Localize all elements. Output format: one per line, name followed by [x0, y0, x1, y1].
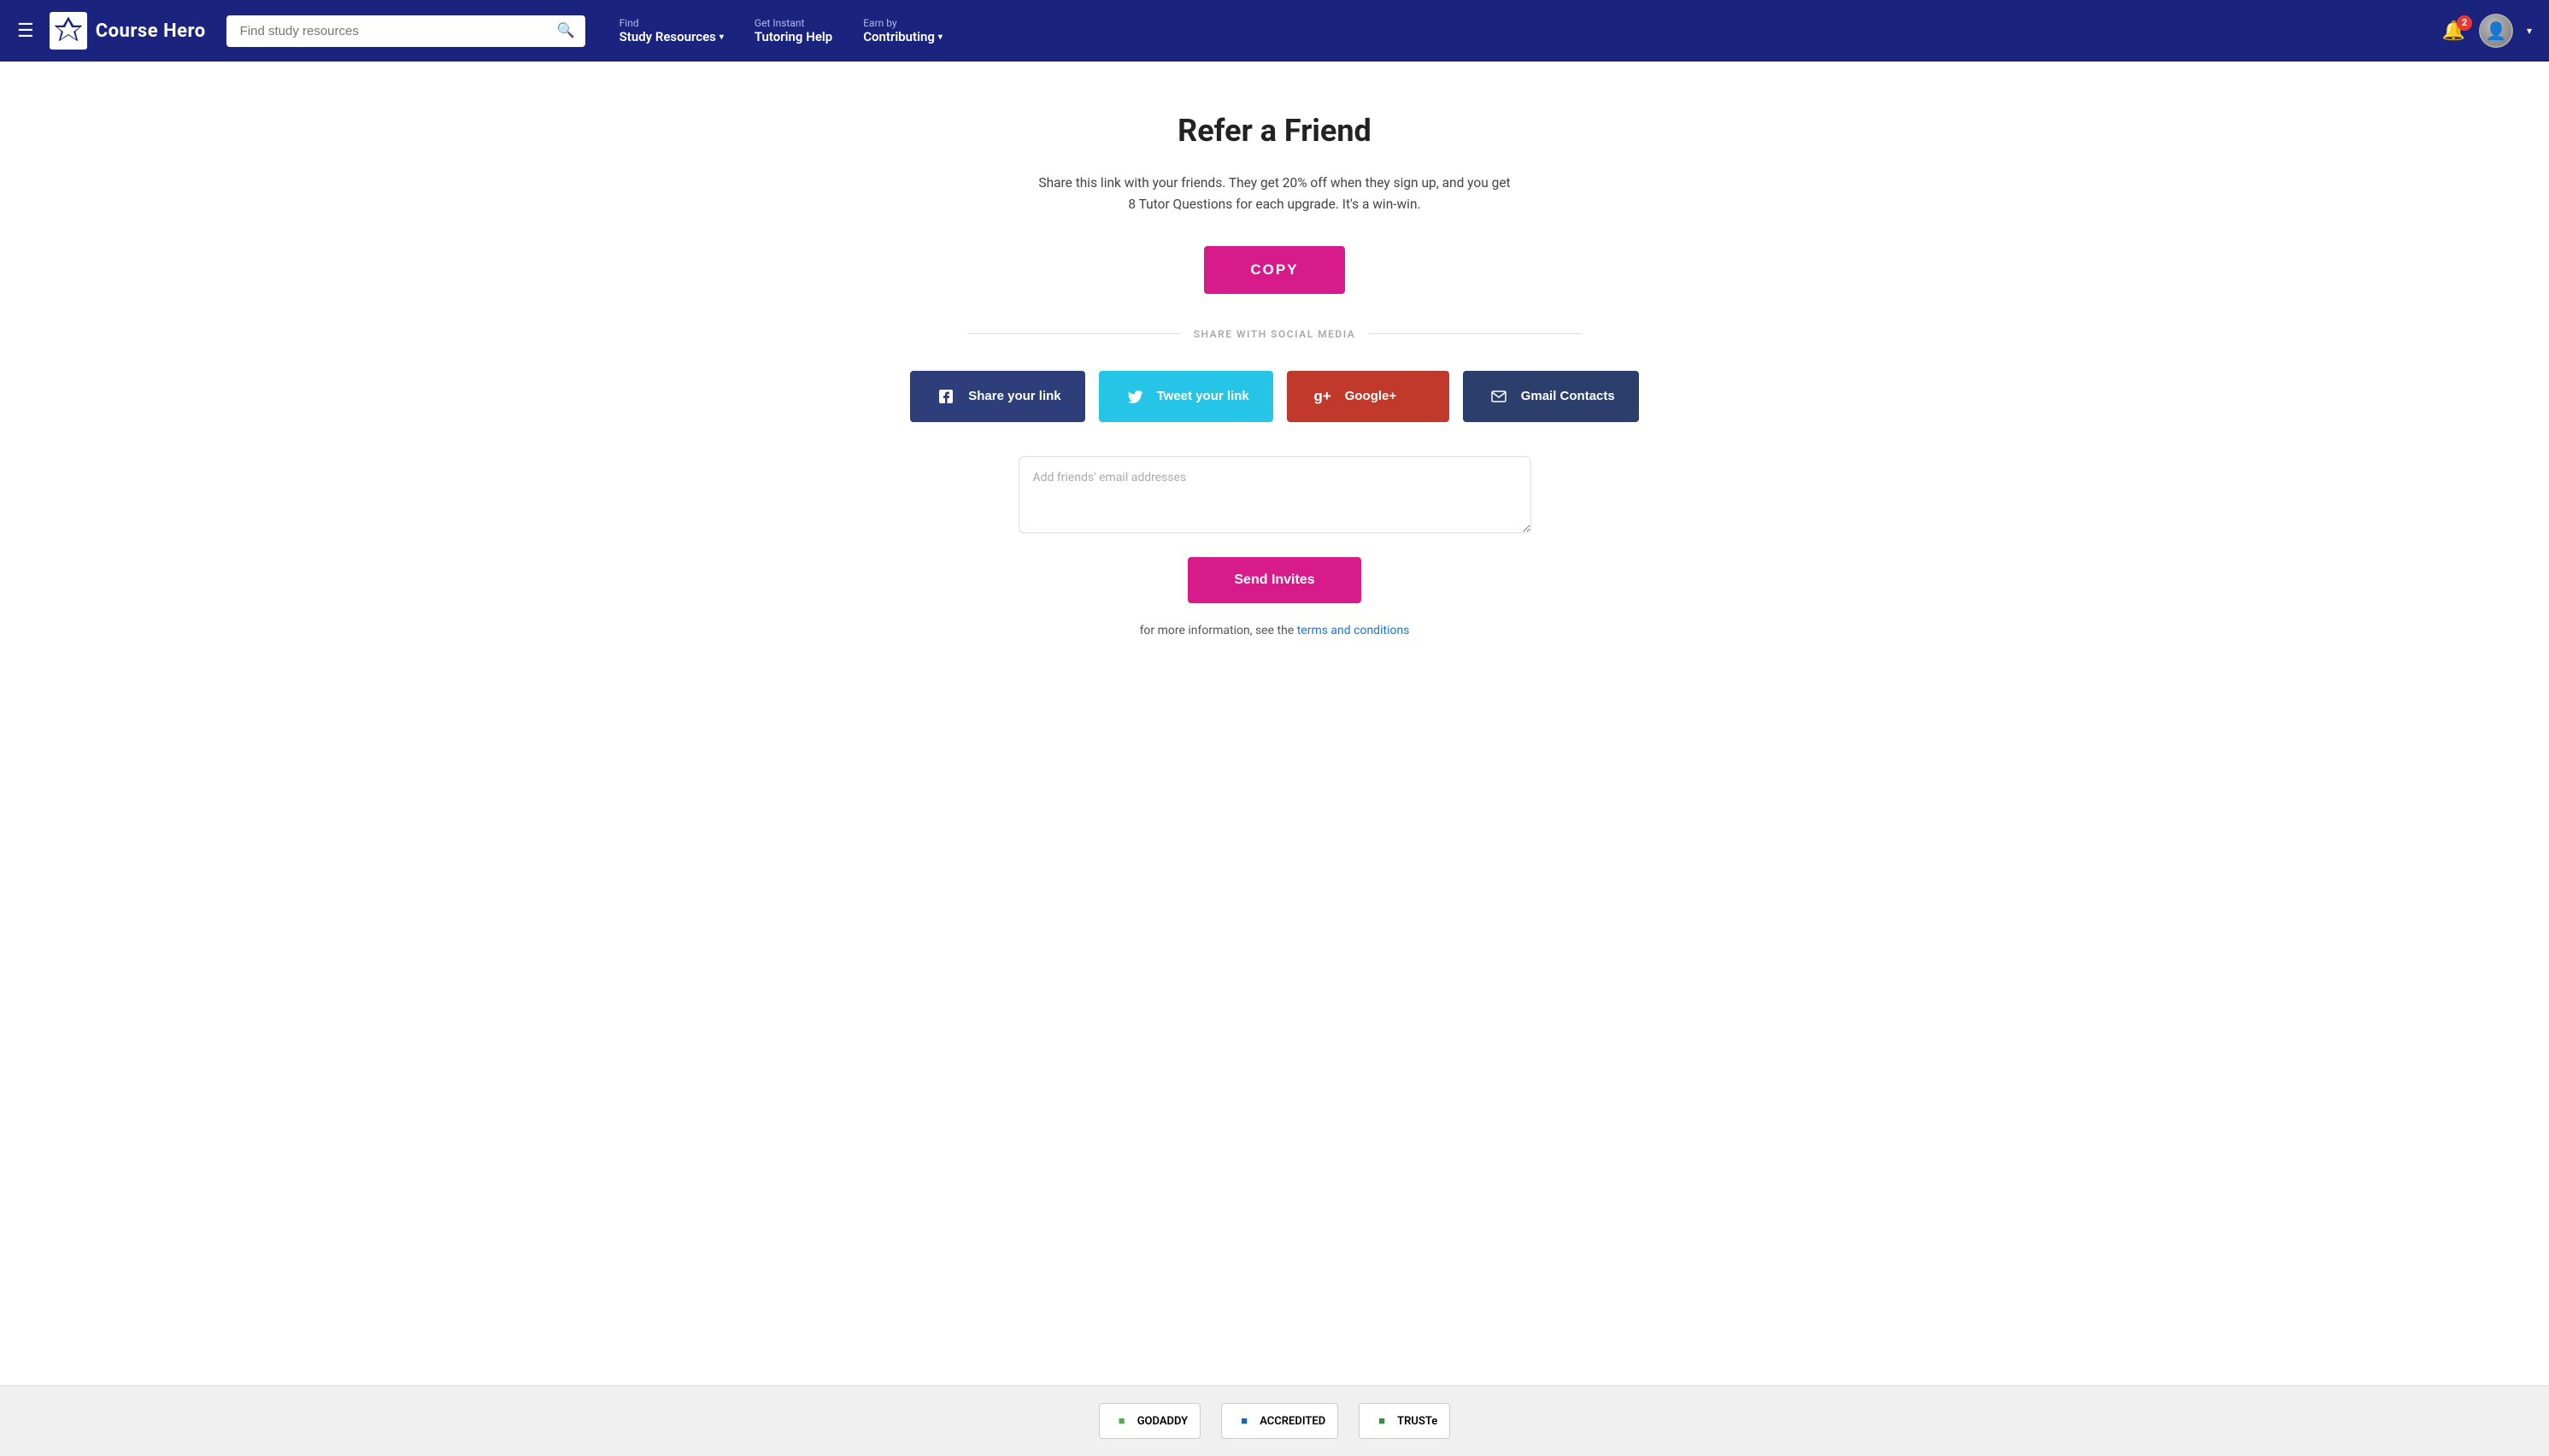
earn-sub-label: Earn by	[863, 17, 943, 29]
study-resources-chevron: ▾	[719, 32, 724, 42]
tutoring-sub-label: Get Instant	[755, 17, 832, 29]
email-input[interactable]	[1019, 456, 1531, 533]
logo-text: Course Hero	[96, 21, 206, 42]
divider-line-left	[967, 333, 1180, 334]
study-resources-label: Study Resources ▾	[620, 29, 724, 44]
twitter-btn-label: Tweet your link	[1157, 389, 1249, 403]
bbb-text: ACCREDITED	[1260, 1415, 1325, 1428]
search-input[interactable]	[226, 15, 585, 47]
navbar: ☰ Course Hero 🔍 Find Study Resources ▾ G…	[0, 0, 2549, 62]
divider-label: SHARE WITH SOCIAL MEDIA	[1194, 328, 1356, 340]
user-avatar[interactable]: 👤	[2479, 14, 2513, 48]
footer-badges: ■ GODADDY ■ ACCREDITED ■ TRUSTe	[0, 1385, 2549, 1456]
social-divider: SHARE WITH SOCIAL MEDIA	[967, 328, 1583, 340]
find-sub-label: Find	[620, 17, 724, 29]
copy-button[interactable]: COPY	[1204, 246, 1344, 294]
googleplus-btn-label: Google+	[1345, 389, 1396, 403]
terms-text: for more information, see the terms and …	[1140, 624, 1410, 637]
godaddy-badge: ■ GODADDY	[1099, 1403, 1201, 1439]
nav-links: Find Study Resources ▾ Get Instant Tutor…	[620, 17, 2442, 44]
contributing-label: Contributing ▾	[863, 29, 943, 44]
godaddy-icon: ■	[1112, 1411, 1132, 1431]
facebook-icon	[934, 385, 958, 408]
logo-link[interactable]: Course Hero	[50, 12, 206, 50]
googleplus-icon: g+	[1311, 385, 1335, 408]
divider-line-right	[1369, 333, 1582, 334]
truste-icon: ■	[1371, 1411, 1392, 1431]
hamburger-menu[interactable]: ☰	[17, 21, 34, 42]
contributing-nav[interactable]: Earn by Contributing ▾	[863, 17, 943, 44]
notification-badge: 2	[2457, 15, 2472, 31]
search-icon: 🔍	[556, 22, 574, 39]
twitter-share-button[interactable]: Tweet your link	[1099, 371, 1273, 422]
tutoring-label: Tutoring Help	[755, 29, 832, 44]
nav-right: 🔔 2 👤 ▾	[2442, 14, 2532, 48]
tutoring-nav[interactable]: Get Instant Tutoring Help	[755, 17, 832, 44]
avatar-chevron[interactable]: ▾	[2527, 25, 2532, 37]
study-resources-nav[interactable]: Find Study Resources ▾	[620, 17, 724, 44]
gmail-contacts-button[interactable]: Gmail Contacts	[1463, 371, 1639, 422]
facebook-share-button[interactable]: Share your link	[910, 371, 1084, 422]
gmail-icon	[1487, 385, 1511, 408]
search-bar: 🔍	[226, 15, 585, 47]
googleplus-share-button[interactable]: g+ Google+	[1287, 371, 1449, 422]
facebook-btn-label: Share your link	[968, 389, 1060, 403]
bbb-badge: ■ ACCREDITED	[1221, 1403, 1338, 1439]
page-subtitle: Share this link with your friends. They …	[1036, 173, 1514, 215]
truste-text: TRUSTe	[1397, 1415, 1437, 1428]
contributing-chevron: ▾	[938, 32, 943, 42]
terms-link[interactable]: terms and conditions	[1297, 624, 1410, 637]
social-buttons-group: Share your link Tweet your link g+ Googl…	[910, 371, 1638, 422]
godaddy-text: GODADDY	[1137, 1415, 1189, 1428]
bbb-icon: ■	[1234, 1411, 1254, 1431]
gmail-btn-label: Gmail Contacts	[1521, 389, 1615, 403]
terms-pre: for more information, see the	[1140, 624, 1297, 637]
avatar-image: 👤	[2481, 15, 2511, 46]
twitter-icon	[1123, 385, 1147, 408]
logo-icon	[50, 12, 87, 50]
page-title: Refer a Friend	[1178, 113, 1371, 149]
notifications-bell[interactable]: 🔔 2	[2442, 21, 2465, 42]
send-invites-button[interactable]: Send Invites	[1188, 557, 1360, 603]
main-content: Refer a Friend Share this link with your…	[0, 62, 2549, 1385]
truste-badge: ■ TRUSTe	[1359, 1403, 1450, 1439]
